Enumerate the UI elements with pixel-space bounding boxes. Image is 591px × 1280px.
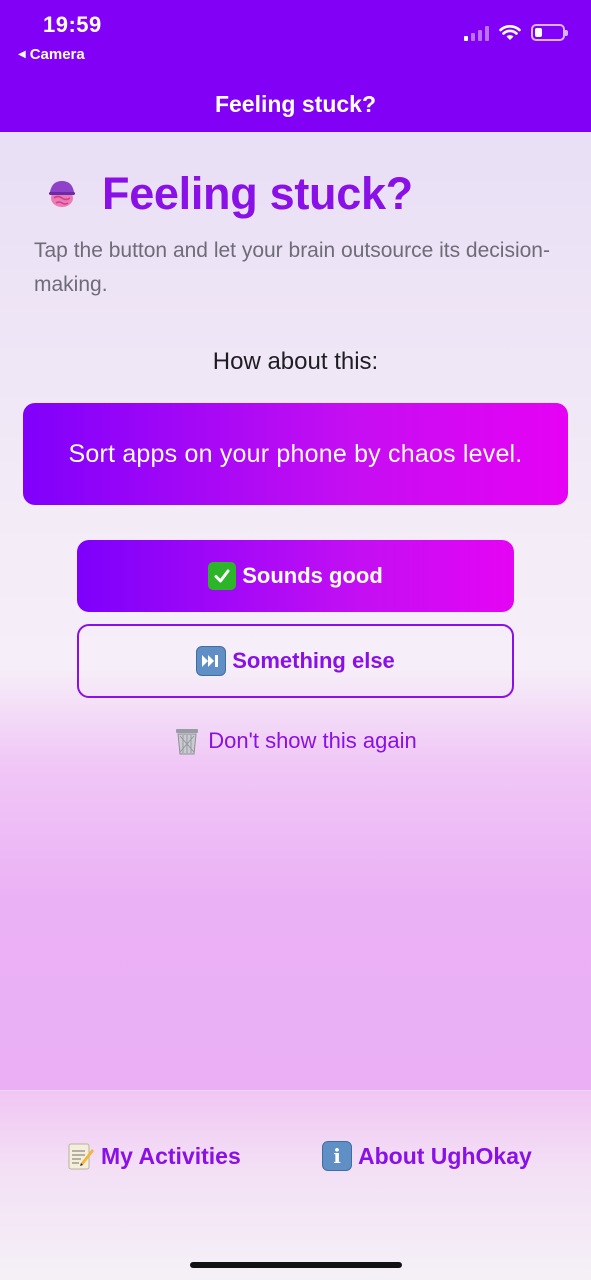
back-app-label: Camera bbox=[29, 46, 85, 63]
heading-row: Feeling stuck? bbox=[44, 168, 413, 220]
next-track-icon bbox=[196, 646, 227, 676]
status-bar: 19:59 ◀ Camera bbox=[0, 0, 591, 76]
clock: 19:59 bbox=[43, 12, 102, 37]
tab-about[interactable]: i About UghOkay bbox=[322, 1141, 532, 1171]
back-triangle-icon: ◀ bbox=[18, 49, 26, 60]
page-title: Feeling stuck? bbox=[102, 168, 413, 219]
brain-icon bbox=[49, 181, 75, 207]
system-icons bbox=[464, 24, 568, 41]
battery-icon bbox=[531, 24, 568, 41]
nav-title: Feeling stuck? bbox=[214, 90, 377, 117]
suggestion-card: Sort apps on your phone by chaos level. bbox=[23, 403, 568, 505]
cellular-signal-icon bbox=[464, 25, 489, 41]
subtitle: Tap the button and let your brain outsou… bbox=[34, 239, 550, 296]
dont-show-again-label: Don't show this again bbox=[208, 728, 417, 753]
prompt-label: How about this: bbox=[212, 348, 379, 375]
tab-about-label: About UghOkay bbox=[358, 1142, 532, 1169]
trash-can-icon bbox=[176, 729, 199, 755]
check-mark-icon bbox=[208, 562, 237, 590]
home-indicator[interactable] bbox=[190, 1262, 402, 1268]
something-else-label: Something else bbox=[232, 648, 395, 673]
navigation-bar: Feeling stuck? bbox=[0, 76, 591, 132]
something-else-button[interactable]: Something else bbox=[77, 624, 514, 698]
info-icon: i bbox=[322, 1141, 352, 1171]
main-content: Feeling stuck? Tap the button and let yo… bbox=[0, 132, 591, 1090]
dont-show-again-link[interactable]: Don't show this again bbox=[0, 726, 591, 756]
sounds-good-button[interactable]: Sounds good bbox=[77, 540, 514, 612]
tab-my-activities[interactable]: My Activities bbox=[67, 1141, 241, 1171]
bottom-tab-bar: My Activities i About UghOkay bbox=[0, 1090, 591, 1280]
wifi-icon bbox=[499, 25, 521, 40]
memo-icon bbox=[68, 1143, 94, 1170]
suggestion-text: Sort apps on your phone by chaos level. bbox=[68, 439, 523, 468]
sounds-good-label: Sounds good bbox=[242, 563, 383, 588]
back-to-app-button[interactable]: ◀ Camera bbox=[18, 46, 85, 63]
tab-my-activities-label: My Activities bbox=[101, 1142, 241, 1169]
